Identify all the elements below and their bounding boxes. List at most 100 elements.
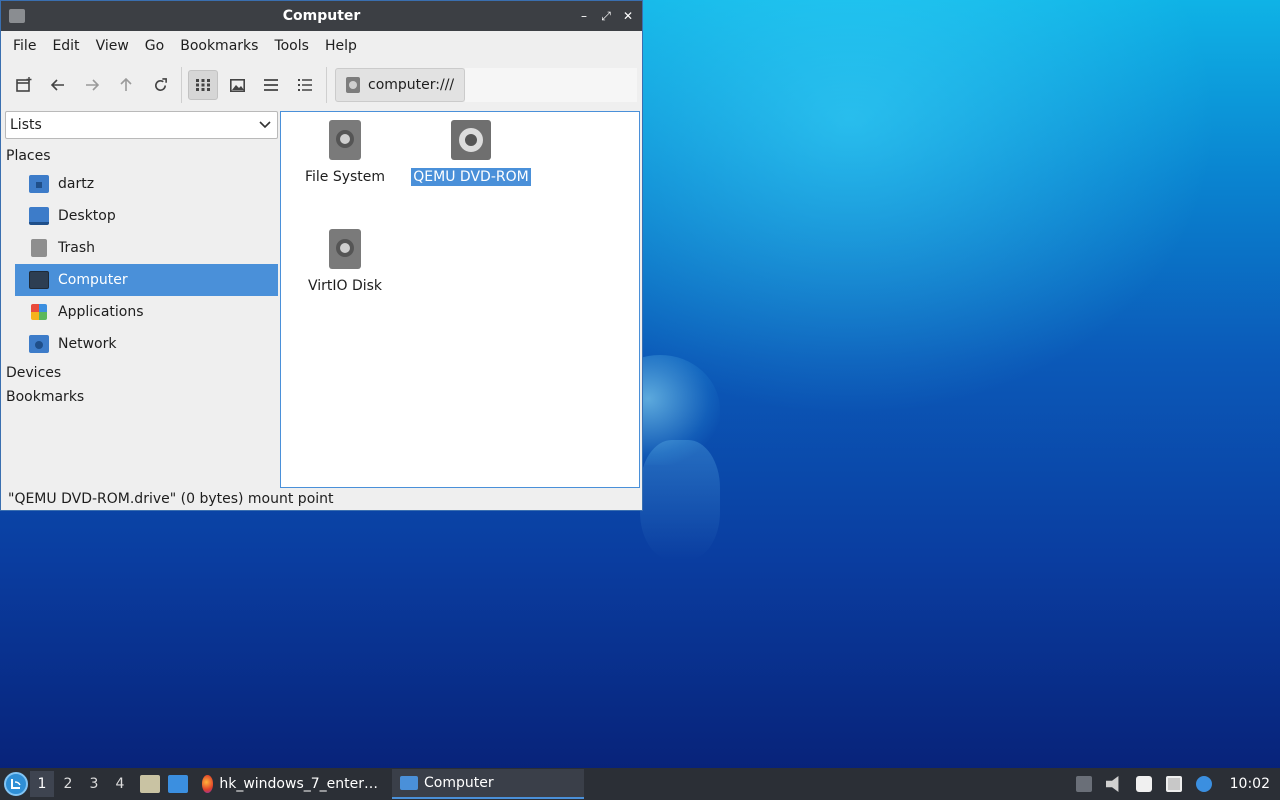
network-icon xyxy=(29,335,49,353)
back-icon xyxy=(51,79,64,91)
wallpaper-jellyfish-tail xyxy=(640,440,720,560)
path-label: computer:/// xyxy=(368,77,455,93)
detail-view-button[interactable] xyxy=(290,70,320,100)
sidebar-item-label: dartz xyxy=(58,176,95,192)
clock[interactable]: 10:02 xyxy=(1230,776,1270,792)
menu-tools[interactable]: Tools xyxy=(266,38,317,54)
file-item-file-system[interactable]: File System xyxy=(280,120,410,186)
toolbar-separator xyxy=(181,67,182,103)
task-firefox[interactable]: hk_windows_7_enter… xyxy=(194,769,386,799)
compact-view-button[interactable] xyxy=(256,70,286,100)
sidebar-item-dartz[interactable]: dartz xyxy=(15,168,278,200)
path-bar: computer:/// xyxy=(335,67,638,103)
workspace-1[interactable]: 1 xyxy=(30,771,54,797)
trash-icon xyxy=(31,239,47,257)
sidebar-item-trash[interactable]: Trash xyxy=(15,232,278,264)
workspace-2[interactable]: 2 xyxy=(56,771,80,797)
drive-icon xyxy=(329,229,361,269)
close-button[interactable]: ✕ xyxy=(620,8,636,24)
volume-icon[interactable] xyxy=(1105,776,1119,792)
desktop-icon xyxy=(29,207,49,225)
window-controls: – ⤢ ✕ xyxy=(576,8,636,24)
file-item-virtio-disk[interactable]: VirtIO Disk xyxy=(280,229,410,295)
sidebar-item-label: Trash xyxy=(58,240,95,256)
workspace-4[interactable]: 4 xyxy=(108,771,132,797)
menu-view[interactable]: View xyxy=(88,38,137,54)
status-bar: "QEMU DVD-ROM.drive" (0 bytes) mount poi… xyxy=(8,491,334,507)
back-button[interactable] xyxy=(43,70,73,100)
sidebar-item-desktop[interactable]: Desktop xyxy=(15,200,278,232)
forward-icon xyxy=(86,79,99,91)
icon-view-button[interactable] xyxy=(188,70,218,100)
menu-help[interactable]: Help xyxy=(317,38,365,54)
path-bar-empty xyxy=(465,68,638,102)
path-button-computer[interactable]: computer:/// xyxy=(335,68,466,102)
up-button[interactable] xyxy=(111,70,141,100)
maximize-button[interactable]: ⤢ xyxy=(598,8,614,24)
sidebar-item-computer[interactable]: Computer xyxy=(15,264,278,296)
window-folder-icon xyxy=(9,9,25,23)
chevron-down-icon xyxy=(259,119,271,132)
toolbar-separator xyxy=(326,67,327,103)
menu-bookmarks[interactable]: Bookmarks xyxy=(172,38,266,54)
sidebar-item-applications[interactable]: Applications xyxy=(15,296,278,328)
window-title: Computer xyxy=(282,8,361,24)
compact-view-icon xyxy=(264,79,278,91)
show-desktop-icon[interactable] xyxy=(168,775,188,793)
system-tray: 10:02 xyxy=(1075,776,1270,792)
sidebar-item-label: Network xyxy=(58,336,117,352)
file-item-label: VirtIO Disk xyxy=(307,278,383,294)
sidebar-item-label: Computer xyxy=(58,272,128,288)
sidebar: Lists Places dartz Desktop Trash Compute… xyxy=(5,111,278,488)
detail-view-icon xyxy=(298,79,312,91)
menubar: File Edit View Go Bookmarks Tools Help xyxy=(1,31,642,61)
forward-button[interactable] xyxy=(77,70,107,100)
lubuntu-logo-icon xyxy=(11,779,21,789)
drive-icon xyxy=(346,77,360,93)
task-computer[interactable]: Computer xyxy=(392,769,584,799)
drive-icon xyxy=(329,120,361,160)
menu-go[interactable]: Go xyxy=(137,38,172,54)
home-folder-icon xyxy=(29,175,49,193)
sidebar-item-network[interactable]: Network xyxy=(15,328,278,360)
task-label: Computer xyxy=(424,775,494,791)
window-titlebar[interactable]: Computer – ⤢ ✕ xyxy=(1,1,642,31)
new-tab-button[interactable] xyxy=(9,70,39,100)
menu-file[interactable]: File xyxy=(5,38,44,54)
reload-button[interactable] xyxy=(145,70,175,100)
devices-header[interactable]: Devices xyxy=(5,360,278,384)
tray-expand-icon[interactable] xyxy=(1075,776,1092,792)
sidebar-mode-value: Lists xyxy=(10,117,42,133)
menu-edit[interactable]: Edit xyxy=(44,38,87,54)
start-menu-button[interactable] xyxy=(4,772,28,796)
icon-view-icon xyxy=(196,79,210,91)
network-status-icon[interactable] xyxy=(1165,776,1182,792)
up-icon xyxy=(120,78,132,91)
optical-drive-icon xyxy=(451,120,491,160)
sidebar-item-label: Desktop xyxy=(58,208,116,224)
content-area: Lists Places dartz Desktop Trash Compute… xyxy=(1,109,642,488)
file-view[interactable]: File System QEMU DVD-ROM VirtIO Disk xyxy=(280,111,640,488)
applications-icon xyxy=(31,304,47,320)
clipboard-icon[interactable] xyxy=(1135,776,1152,792)
file-manager-icon xyxy=(400,776,418,790)
update-notifier-icon[interactable] xyxy=(1195,776,1212,792)
reload-icon xyxy=(154,77,167,91)
workspace-3[interactable]: 3 xyxy=(82,771,106,797)
firefox-icon xyxy=(202,775,214,793)
sidebar-mode-select[interactable]: Lists xyxy=(5,111,278,139)
taskbar: 1 2 3 4 hk_windows_7_enter… Computer 10:… xyxy=(0,768,1280,800)
thumbnail-view-button[interactable] xyxy=(222,70,252,100)
file-manager-window: Computer – ⤢ ✕ File Edit View Go Bookmar… xyxy=(0,0,643,511)
sidebar-item-label: Applications xyxy=(58,304,144,320)
computer-icon xyxy=(29,271,49,289)
new-tab-icon xyxy=(16,77,32,92)
file-item-qemu-dvd-rom[interactable]: QEMU DVD-ROM xyxy=(406,120,536,186)
bookmarks-header[interactable]: Bookmarks xyxy=(5,384,278,408)
places-header[interactable]: Places xyxy=(5,139,278,168)
file-item-label: QEMU DVD-ROM xyxy=(411,168,531,186)
toolbar: computer:/// xyxy=(1,61,642,109)
task-label: hk_windows_7_enter… xyxy=(219,776,378,792)
file-manager-launcher-icon[interactable] xyxy=(140,775,160,793)
minimize-button[interactable]: – xyxy=(576,8,592,24)
